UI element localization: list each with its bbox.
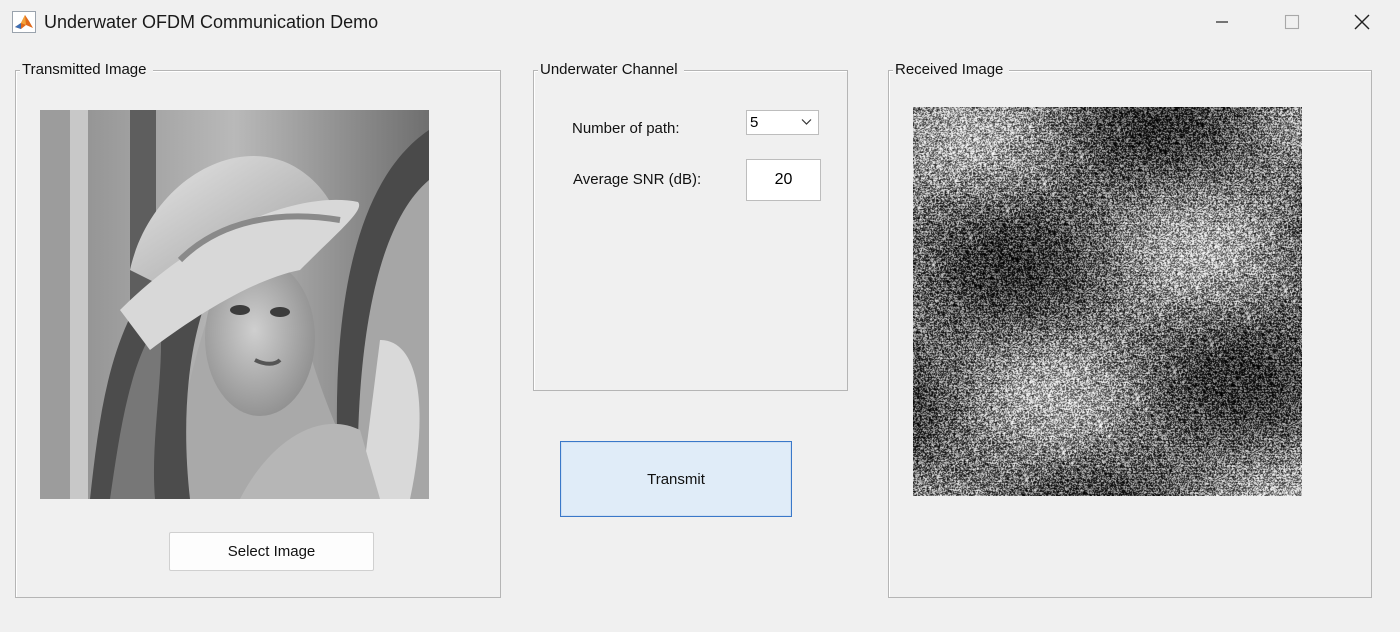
- number-of-path-label: Number of path:: [572, 120, 680, 137]
- number-of-path-value: 5: [750, 114, 759, 131]
- title-bar: Underwater OFDM Communication Demo: [0, 0, 1400, 46]
- average-snr-label: Average SNR (dB):: [573, 171, 702, 188]
- close-icon: [1354, 14, 1370, 30]
- close-button[interactable]: [1327, 0, 1397, 44]
- received-image-picture: [913, 107, 1302, 496]
- maximize-button[interactable]: [1257, 0, 1327, 44]
- underwater-channel-title: Underwater Channel: [538, 61, 684, 78]
- chevron-down-icon: [801, 119, 812, 125]
- average-snr-input[interactable]: 20: [746, 159, 821, 201]
- select-image-button[interactable]: Select Image: [169, 532, 374, 571]
- received-image-title: Received Image: [893, 61, 1010, 78]
- matlab-icon: [12, 11, 36, 33]
- transmitted-image-panel: Transmitted Image Select Image: [15, 61, 501, 598]
- underwater-channel-panel: Underwater Channel Number of path: 5 Ave…: [533, 61, 848, 391]
- transmit-button[interactable]: Transmit: [560, 441, 792, 517]
- minimize-button[interactable]: [1187, 0, 1257, 44]
- received-image: [913, 107, 1302, 496]
- window-title: Underwater OFDM Communication Demo: [44, 12, 379, 32]
- received-image-panel: Received Image: [888, 61, 1372, 598]
- transmitted-image: [40, 110, 429, 499]
- minimize-icon: [1216, 21, 1228, 23]
- maximize-icon: [1284, 14, 1300, 30]
- number-of-path-dropdown[interactable]: 5: [746, 110, 819, 135]
- transmitted-image-title: Transmitted Image: [20, 61, 153, 78]
- transmitted-image-picture: [40, 110, 429, 499]
